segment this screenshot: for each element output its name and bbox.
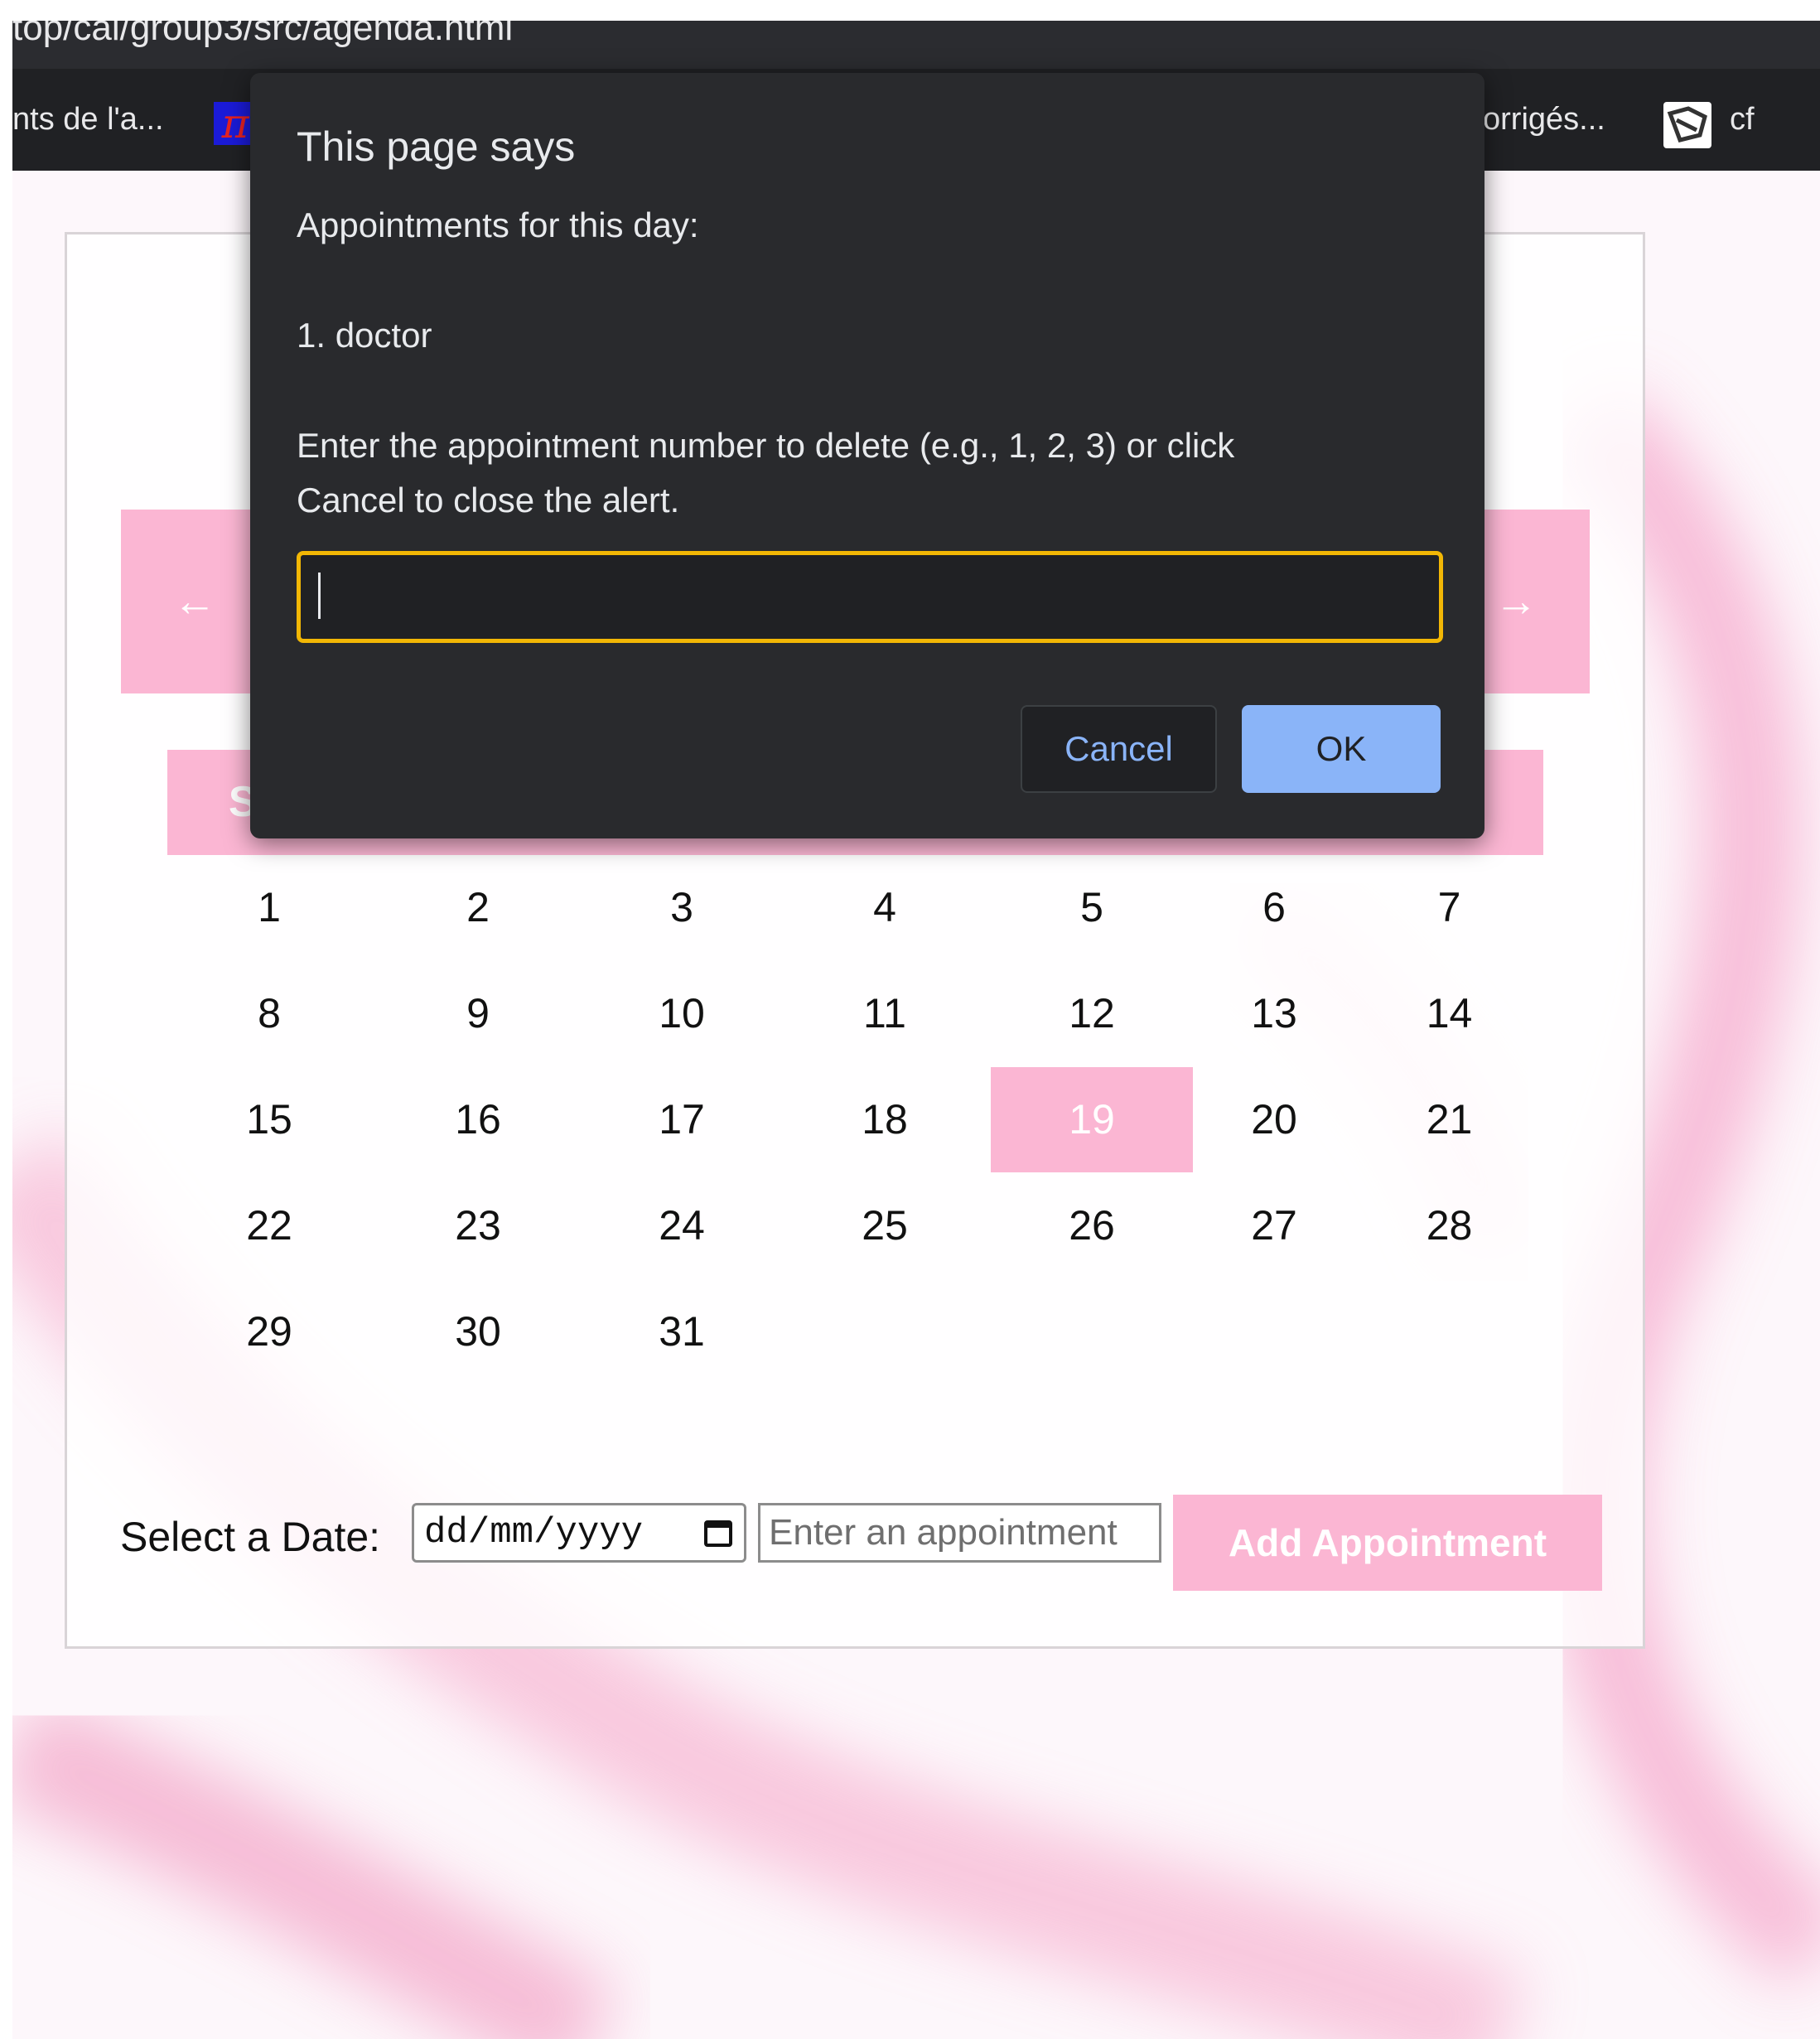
day-cell[interactable]: 8 [167,961,371,1066]
appointment-list-item: 1. doctor [297,316,432,355]
day-cell[interactable]: 15 [167,1067,371,1172]
day-cell[interactable]: 22 [167,1173,371,1278]
select-date-label: Select a Date: [120,1514,381,1560]
day-cell[interactable]: 28 [1355,1173,1543,1278]
day-cell[interactable]: 21 [1355,1067,1543,1172]
day-cell[interactable]: 12 [991,961,1193,1066]
day-cell[interactable]: 14 [1355,961,1543,1066]
selected-day-cell[interactable]: 19 [991,1067,1193,1172]
bookmark-item[interactable]: orrigés... [1483,102,1605,138]
day-cell[interactable]: 30 [371,1279,585,1384]
day-cell[interactable]: 17 [585,1067,779,1172]
day-cell[interactable]: 29 [167,1279,371,1384]
day-cell[interactable]: 18 [779,1067,991,1172]
address-bar[interactable]: top/cal/group3/src/agenda.html [12,21,1820,69]
text-caret [318,573,321,619]
add-appointment-button[interactable]: Add Appointment [1173,1495,1602,1591]
day-cell[interactable]: 31 [585,1279,779,1384]
dialog-input[interactable] [297,551,1443,643]
alert-dialog: This page says Appointments for this day… [250,73,1484,838]
day-cell[interactable]: 2 [371,855,585,960]
dialog-prompt-line: Enter the appointment number to delete (… [297,426,1235,465]
dialog-title: This page says [297,123,576,170]
appointment-input[interactable] [758,1503,1161,1563]
day-cell[interactable]: 24 [585,1173,779,1278]
cancel-button[interactable]: Cancel [1021,705,1217,793]
day-cell[interactable]: 9 [371,961,585,1066]
day-cell[interactable]: 10 [585,961,779,1066]
extension-icon[interactable] [1663,102,1711,148]
day-cell[interactable]: 23 [371,1173,585,1278]
day-cell[interactable]: 5 [991,855,1193,960]
prev-month-button[interactable]: ← [121,510,268,693]
date-input[interactable]: dd/mm/yyyy [412,1503,746,1563]
bookmark-item[interactable]: nts de l'a... [12,102,164,138]
day-cell[interactable]: 13 [1193,961,1355,1066]
day-cell[interactable]: 7 [1355,855,1543,960]
dialog-header-line: Appointments for this day: [297,205,699,244]
day-cell[interactable]: 27 [1193,1173,1355,1278]
day-cell[interactable]: 20 [1193,1067,1355,1172]
day-cell[interactable]: 16 [371,1067,585,1172]
day-cell[interactable]: 1 [167,855,371,960]
day-cell[interactable]: 4 [779,855,991,960]
day-cell[interactable]: 11 [779,961,991,1066]
dialog-prompt-line: Cancel to close the alert. [297,481,680,519]
url-text: top/cal/group3/src/agenda.html [12,21,514,48]
date-input-value: dd/mm/yyyy [424,1512,644,1553]
day-cell[interactable]: 26 [991,1173,1193,1278]
bookmark-item[interactable]: cf [1730,102,1755,138]
day-cell[interactable]: 3 [585,855,779,960]
day-cell[interactable]: 25 [779,1173,991,1278]
calendar-icon[interactable] [704,1520,732,1547]
ok-button[interactable]: OK [1242,705,1441,793]
day-cell[interactable]: 6 [1193,855,1355,960]
